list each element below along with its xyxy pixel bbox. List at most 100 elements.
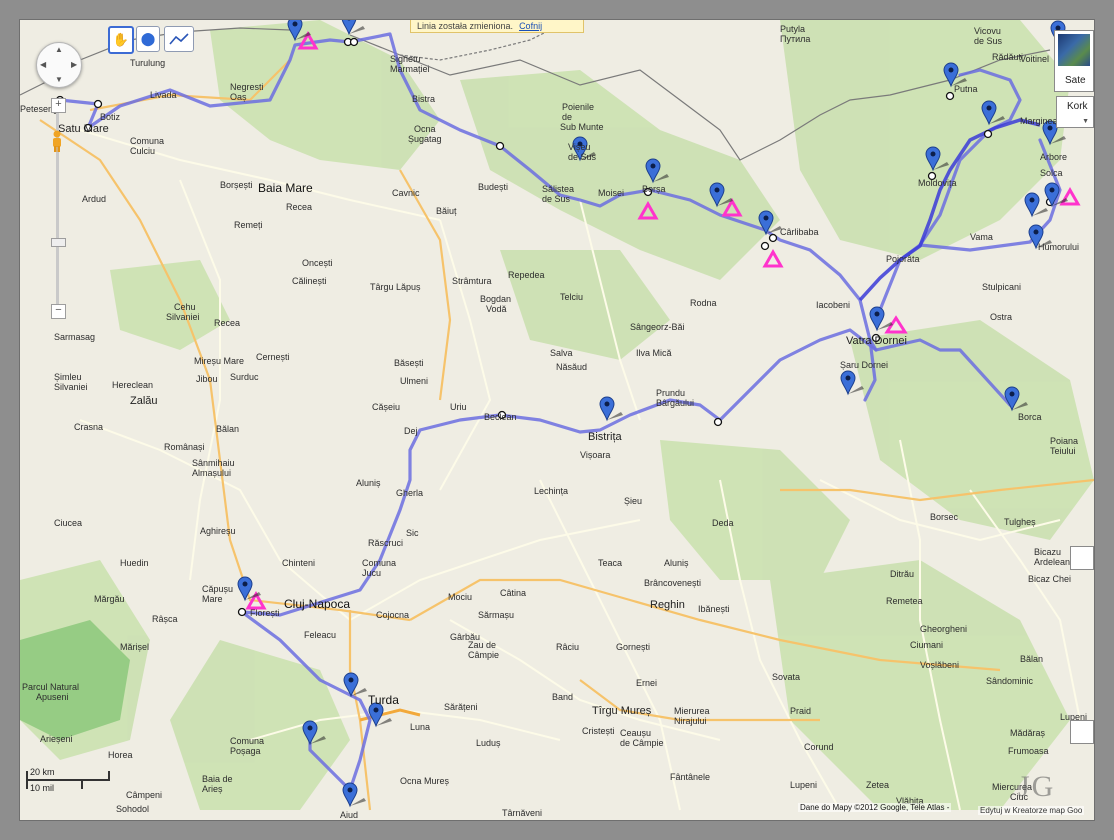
svg-text:Aghireșu: Aghireșu — [200, 526, 236, 536]
svg-text:Gornești: Gornești — [616, 642, 650, 652]
svg-text:Teiului: Teiului — [1050, 446, 1076, 456]
svg-text:Mărgău: Mărgău — [94, 594, 125, 604]
svg-text:Vișeu: Vișeu — [568, 142, 590, 152]
svg-text:Câmpie: Câmpie — [468, 650, 499, 660]
line-tool-button[interactable] — [164, 26, 194, 52]
scale-metric: 20 km — [30, 767, 55, 777]
zoom-slider-handle[interactable] — [51, 238, 66, 247]
svg-text:Șugatag: Șugatag — [408, 134, 442, 144]
svg-text:Mădăraș: Mădăraș — [1010, 728, 1046, 738]
svg-text:Chinteni: Chinteni — [282, 558, 315, 568]
svg-text:de Câmpie: de Câmpie — [620, 738, 664, 748]
svg-text:Cârlibaba: Cârlibaba — [780, 227, 819, 237]
svg-text:Oncești: Oncești — [302, 258, 333, 268]
pan-up-icon[interactable]: ▲ — [55, 45, 63, 54]
map-canvas[interactable]: Putyla Путила Vicovu de Sus Voitinel Răd… — [20, 20, 1094, 820]
svg-text:Băiuț: Băiuț — [436, 206, 457, 216]
svg-text:Borsec: Borsec — [930, 512, 959, 522]
pan-down-icon[interactable]: ▼ — [55, 75, 63, 84]
svg-text:Marmației: Marmației — [390, 64, 430, 74]
undo-notice-text: Linia została zmieniona. — [417, 21, 514, 31]
pan-left-icon[interactable]: ◀ — [40, 60, 46, 69]
undo-link[interactable]: Cofnij — [519, 21, 542, 31]
svg-text:Ocna: Ocna — [414, 124, 436, 134]
svg-text:Luna: Luna — [410, 722, 430, 732]
svg-text:de: de — [562, 112, 572, 122]
svg-text:Sânmihaiu: Sânmihaiu — [192, 458, 235, 468]
svg-text:Vatra Dornei: Vatra Dornei — [846, 335, 907, 347]
svg-text:Borșa: Borșa — [642, 184, 666, 194]
svg-text:Vicovu: Vicovu — [974, 26, 1001, 36]
svg-text:Iacobeni: Iacobeni — [816, 300, 850, 310]
svg-text:Ditrău: Ditrău — [890, 569, 914, 579]
svg-text:Răscruci: Răscruci — [368, 538, 403, 548]
zoom-out-button[interactable]: − — [51, 304, 66, 319]
svg-text:Putyla: Putyla — [780, 24, 805, 34]
svg-text:Bicaz Chei: Bicaz Chei — [1028, 574, 1071, 584]
pin-marker[interactable] — [341, 20, 365, 36]
side-button-2[interactable] — [1070, 720, 1094, 744]
svg-text:Remetea: Remetea — [886, 596, 923, 606]
layer-label: Kork — [1067, 101, 1088, 112]
svg-text:Câmpeni: Câmpeni — [126, 790, 162, 800]
svg-text:Tulgheș: Tulgheș — [1004, 517, 1036, 527]
svg-text:Putna: Putna — [954, 84, 978, 94]
svg-text:Aluniș: Aluniș — [664, 558, 689, 568]
svg-text:Mierurea: Mierurea — [674, 706, 710, 716]
svg-text:Călinești: Călinești — [292, 276, 327, 286]
svg-text:Almașului: Almașului — [192, 468, 231, 478]
hand-icon: ✋ — [112, 32, 130, 47]
svg-text:Moldovița: Moldovița — [918, 178, 957, 188]
svg-text:Vodă: Vodă — [486, 304, 507, 314]
pan-right-icon[interactable]: ▶ — [71, 60, 77, 69]
chevron-down-icon: ▼ — [1082, 118, 1089, 125]
svg-text:Recea: Recea — [214, 318, 240, 328]
scale-bar: 20 km 10 mil — [26, 767, 116, 797]
svg-text:Cristești: Cristești — [582, 726, 615, 736]
svg-text:Sohodol: Sohodol — [116, 804, 149, 814]
svg-text:Baia de: Baia de — [202, 774, 233, 784]
satellite-button[interactable]: Sate — [1054, 30, 1094, 92]
svg-text:Nirajului: Nirajului — [674, 716, 707, 726]
svg-text:Zetea: Zetea — [866, 780, 889, 790]
svg-text:Poiana: Poiana — [1050, 436, 1078, 446]
satellite-label: Sate — [1065, 75, 1086, 86]
svg-text:Ocna Mureș: Ocna Mureș — [400, 776, 450, 786]
svg-text:Bălan: Bălan — [216, 424, 239, 434]
svg-text:Aluniș: Aluniș — [356, 478, 381, 488]
undo-notice: Linia została zmieniona. Cofnij — [410, 20, 584, 33]
pan-control[interactable]: ▲ ▼ ◀ ▶ — [36, 42, 82, 88]
svg-text:Ardud: Ardud — [82, 194, 106, 204]
svg-text:Brâncovenești: Brâncovenești — [644, 578, 701, 588]
svg-text:Târnăveni: Târnăveni — [502, 808, 542, 818]
svg-text:Salva: Salva — [550, 348, 573, 358]
svg-text:Mărișel: Mărișel — [120, 642, 149, 652]
svg-text:Sălistea: Sălistea — [542, 184, 574, 194]
svg-text:Bârgăului: Bârgăului — [656, 398, 694, 408]
svg-text:Sic: Sic — [406, 528, 419, 538]
svg-text:Cojocna: Cojocna — [376, 610, 409, 620]
hand-tool-button[interactable]: ✋ — [108, 26, 134, 54]
pegman-icon[interactable] — [50, 130, 64, 152]
map-attribution: Dane do Mapy ©2012 Google, Tele Atlas - — [798, 803, 952, 812]
map-svg[interactable]: Putyla Путила Vicovu de Sus Voitinel Răd… — [20, 20, 1094, 820]
side-button-1[interactable] — [1070, 546, 1094, 570]
svg-text:Moisei: Moisei — [598, 188, 624, 198]
svg-text:Telciu: Telciu — [560, 292, 583, 302]
svg-text:Ciucea: Ciucea — [54, 518, 82, 528]
svg-text:Repedea: Repedea — [508, 270, 545, 280]
marker-tool-button[interactable]: ⬤ — [136, 26, 160, 52]
zoom-in-button[interactable]: + — [51, 98, 66, 113]
pin-marker[interactable] — [1024, 192, 1048, 218]
svg-text:Satu Mare: Satu Mare — [58, 123, 109, 135]
pin-marker[interactable] — [599, 396, 623, 422]
svg-text:Comuna: Comuna — [130, 136, 164, 146]
svg-text:Sândominic: Sândominic — [986, 676, 1034, 686]
pin-marker[interactable] — [342, 782, 366, 808]
edit-in-mapmaker-link[interactable]: Edytuj w Kreatorze map Goo — [978, 806, 1085, 815]
svg-text:Frumoasa: Frumoasa — [1008, 746, 1049, 756]
svg-text:Cernești: Cernești — [256, 352, 290, 362]
svg-text:Oaș: Oaș — [230, 92, 247, 102]
svg-text:Sovata: Sovata — [772, 672, 800, 682]
layer-dropdown[interactable]: Kork ▼ — [1056, 96, 1094, 128]
